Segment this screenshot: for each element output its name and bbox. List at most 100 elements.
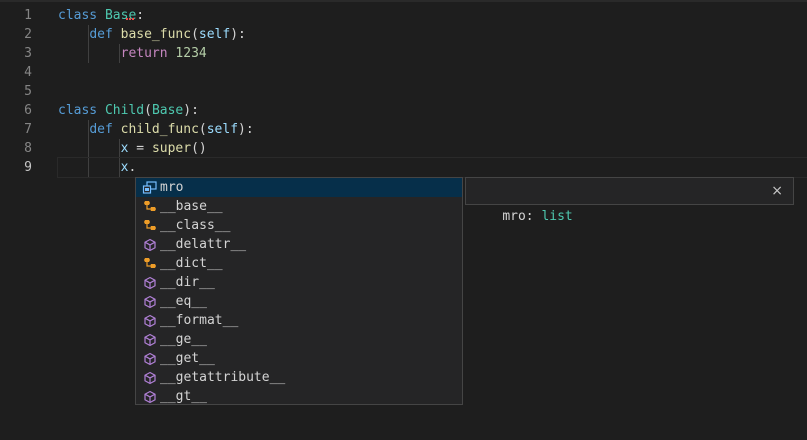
suggestion-item[interactable]: __dict__ [136, 254, 462, 273]
line-number: 2 [24, 27, 32, 42]
method-icon [142, 275, 158, 291]
code-area[interactable]: class Base: def base_func(self): return … [57, 6, 807, 178]
indent-guide [88, 139, 89, 158]
code-token: ( [144, 103, 152, 118]
class-icon [142, 218, 158, 234]
code-token: class [58, 103, 98, 118]
line-number: 4 [24, 65, 32, 80]
code-token: Base [151, 103, 184, 118]
code-token: () [191, 141, 207, 156]
suggestion-label: __dict__ [160, 256, 223, 271]
method-icon [142, 351, 158, 367]
code-token: super [151, 141, 192, 156]
code-line[interactable] [58, 63, 807, 82]
suggestion-item[interactable]: __class__ [136, 216, 462, 235]
class-icon [142, 256, 158, 272]
details-member-name: mro: [502, 209, 534, 224]
code-token: def [89, 122, 113, 137]
indent-guide [88, 120, 89, 139]
suggestion-label: __class__ [160, 218, 231, 233]
code-token: : [136, 8, 145, 23]
code-line[interactable]: def child_func(self): [58, 120, 807, 139]
code-token: self [206, 122, 239, 137]
code-token: = [128, 141, 152, 156]
class-icon [142, 199, 158, 215]
suggestion-label: __get__ [160, 351, 215, 366]
line-number: 6 [24, 103, 32, 118]
suggestion-item[interactable]: __format__ [136, 311, 462, 330]
suggestion-item[interactable]: __get__ [136, 349, 462, 368]
indent-guide [119, 44, 121, 63]
details-member-type: list [541, 209, 573, 224]
suggestion-label: __dir__ [160, 275, 215, 290]
line-number: 7 [24, 122, 32, 137]
method-icon [142, 370, 158, 386]
indent-guide [88, 25, 89, 44]
suggestion-label: __format__ [160, 313, 239, 328]
method-icon [142, 294, 158, 310]
code-token: def [89, 27, 113, 42]
code-editor[interactable]: 123456789 class Base: def base_func(self… [0, 0, 807, 440]
suggestion-item[interactable]: __dir__ [136, 273, 462, 292]
suggest-details-panel: mro: list × [465, 177, 794, 224]
editor-top-edge [0, 0, 807, 2]
code-token: ( [191, 27, 199, 42]
close-icon[interactable]: × [771, 178, 783, 204]
line-number: 9 [24, 160, 32, 175]
code-line[interactable]: return 1234 [58, 44, 807, 63]
code-line[interactable] [58, 82, 807, 101]
code-token: return [120, 46, 168, 61]
code-token: base_func [120, 27, 192, 42]
code-token: 1234 [175, 46, 207, 61]
suggestion-label: __eq__ [160, 294, 207, 309]
line-number: 1 [24, 8, 32, 23]
indent-guide [88, 44, 89, 63]
indent-guide [119, 139, 121, 158]
code-token: self [198, 27, 231, 42]
code-line[interactable]: class Child(Base): [58, 101, 807, 120]
indent-guide [88, 158, 89, 177]
indent-guide [119, 158, 121, 177]
line-number: 5 [24, 84, 32, 99]
suggestion-item[interactable]: __gt__ [136, 387, 462, 405]
suggestion-label: __gt__ [160, 389, 207, 404]
code-line[interactable]: x. [57, 157, 807, 178]
code-token: child_func [120, 122, 199, 137]
method-icon [142, 313, 158, 329]
code-token: class [58, 8, 98, 23]
error-squiggle [126, 15, 134, 20]
code-token: ( [198, 122, 207, 137]
code-line[interactable]: x = super() [58, 139, 807, 158]
code-token: ): [183, 103, 199, 118]
suggestion-label: __delattr__ [160, 237, 247, 252]
suggestion-label: __base__ [160, 199, 223, 214]
suggestion-label: mro [160, 180, 184, 195]
code-line[interactable]: def base_func(self): [58, 25, 807, 44]
suggestion-item[interactable]: __eq__ [136, 292, 462, 311]
line-number: 3 [24, 46, 32, 61]
field-icon [142, 180, 158, 196]
code-token: . [128, 160, 137, 175]
suggestion-item[interactable]: __ge__ [136, 330, 462, 349]
suggestion-label: __ge__ [160, 332, 207, 347]
method-icon [142, 332, 158, 348]
suggestion-item[interactable]: mro [136, 178, 462, 197]
suggestion-item[interactable]: __base__ [136, 197, 462, 216]
code-line[interactable]: class Base: [58, 6, 807, 25]
method-icon [142, 237, 158, 253]
code-token: ): [230, 27, 246, 42]
line-number: 8 [24, 141, 32, 156]
method-icon [142, 389, 158, 405]
suggestion-item[interactable]: __getattribute__ [136, 368, 462, 387]
suggest-widget[interactable]: mro __base__ __class__ __delattr__ __dict__ _… [135, 177, 463, 405]
suggestion-item[interactable]: __delattr__ [136, 235, 462, 254]
code-token: ): [238, 122, 254, 137]
